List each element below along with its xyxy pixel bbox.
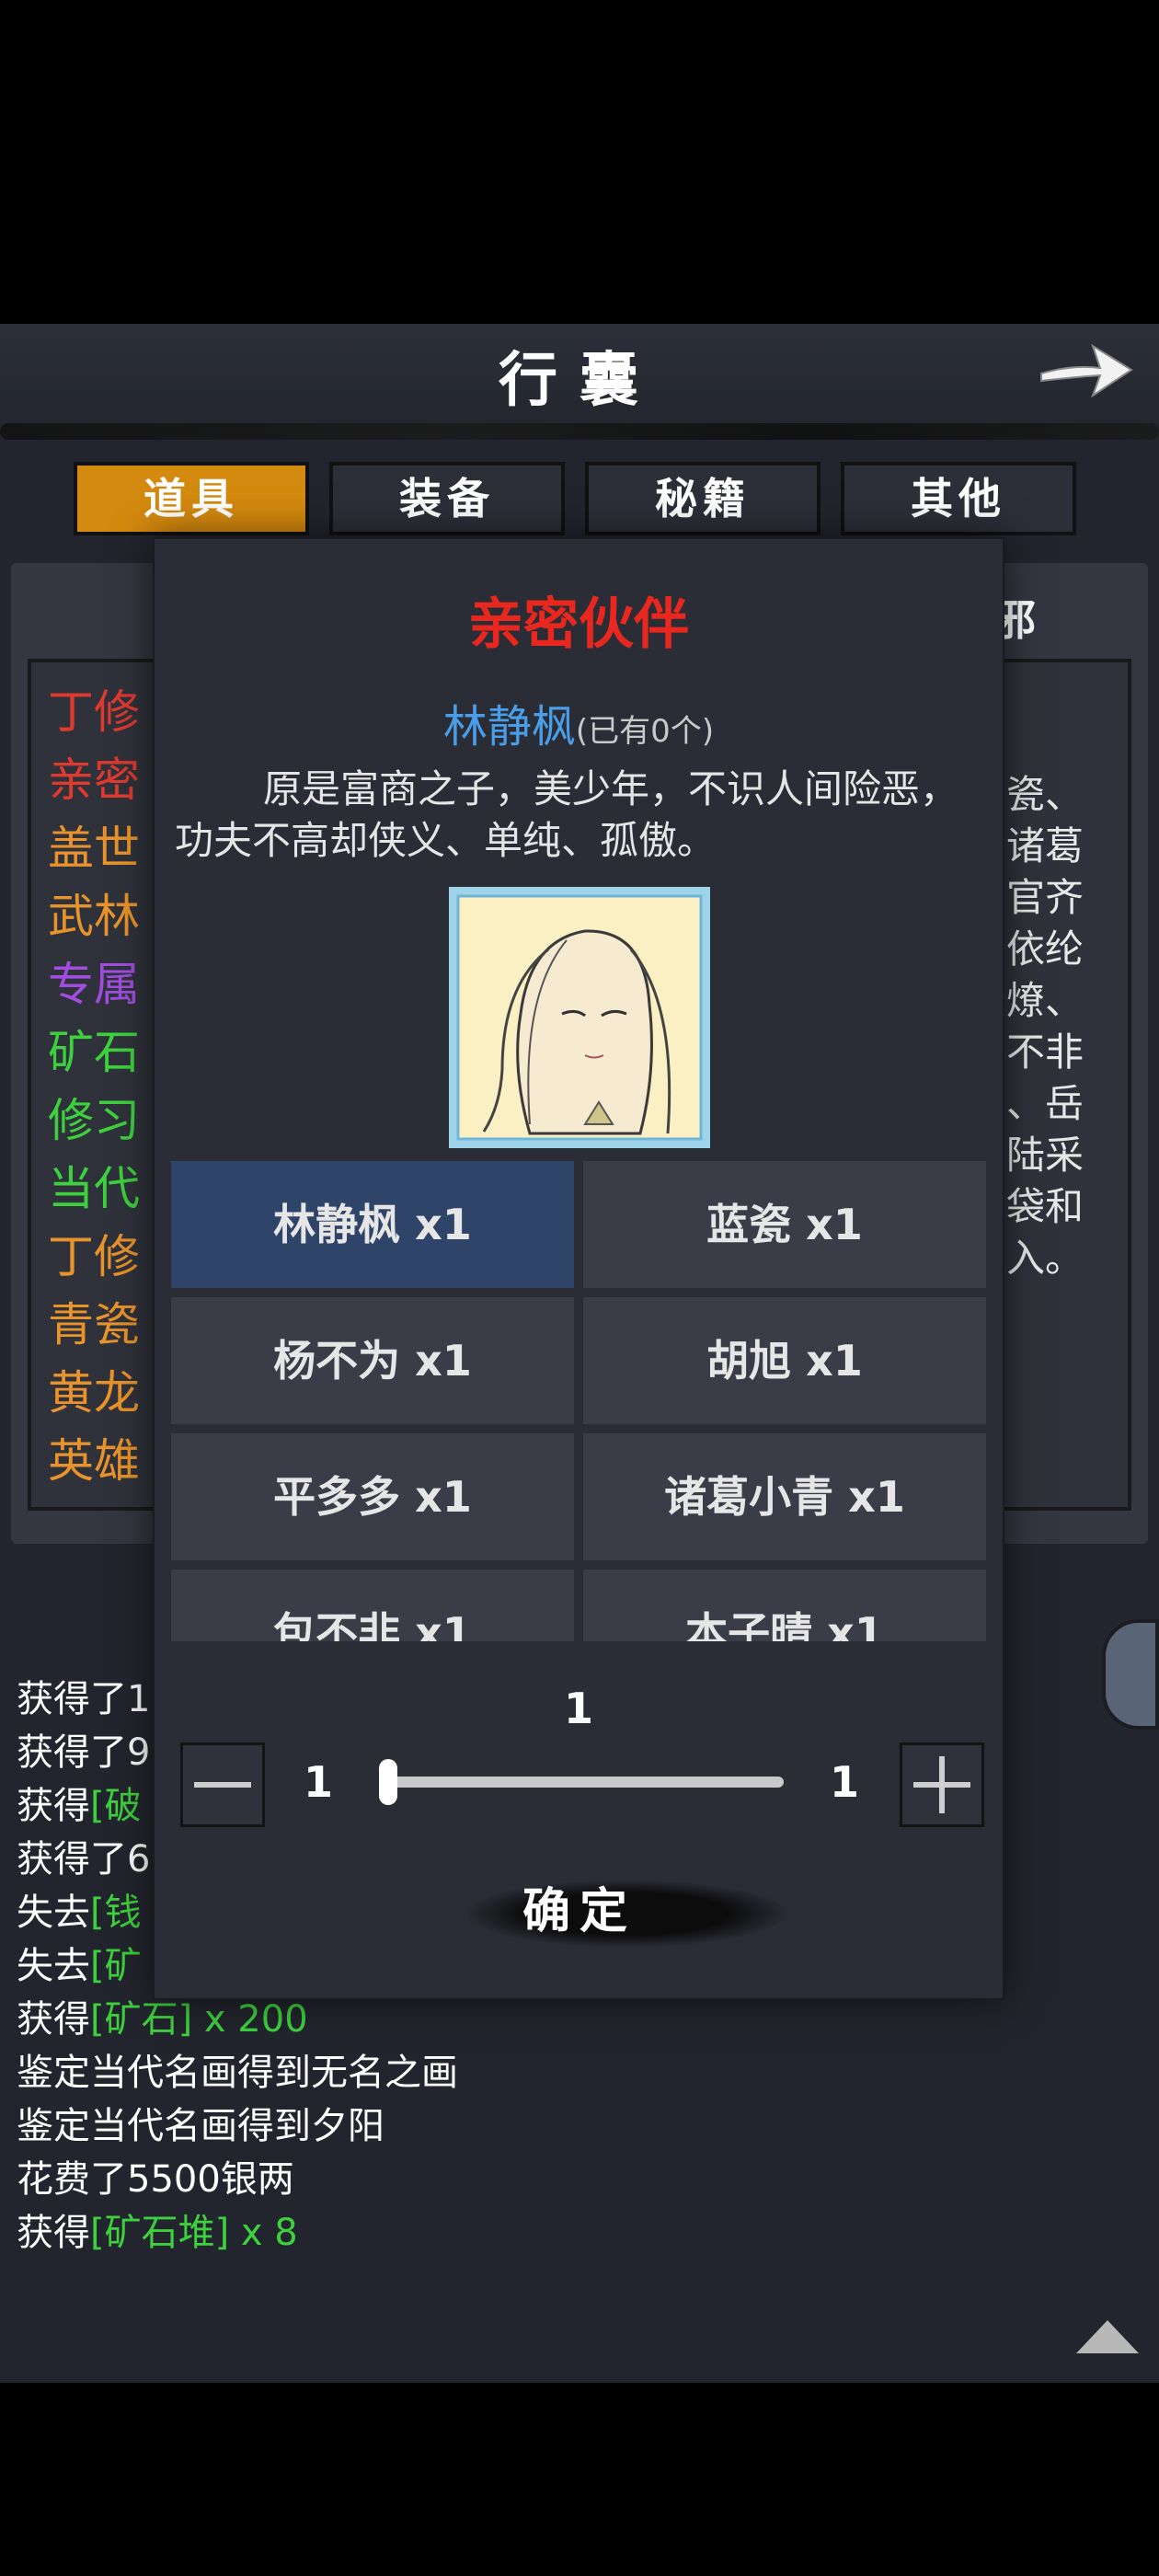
companion-option[interactable]: 诸葛小青 x1 bbox=[583, 1433, 986, 1560]
side-menu-handle[interactable] bbox=[1102, 1619, 1159, 1730]
log-line: 获得了9 bbox=[17, 1722, 150, 1776]
log-text: 失去 bbox=[17, 1892, 90, 1934]
tab-equipment[interactable]: 装备 bbox=[329, 462, 565, 535]
item-description-fragment: 诸葛 bbox=[1006, 823, 1084, 868]
expand-log-button[interactable] bbox=[1074, 2317, 1141, 2357]
quantity-max: 1 bbox=[830, 1757, 860, 1807]
companion-option[interactable]: 平多多 x1 bbox=[171, 1433, 574, 1560]
companion-option[interactable]: 包不非 x1 bbox=[171, 1570, 574, 1641]
log-text: 获得了10 bbox=[17, 1678, 174, 1720]
tab-other[interactable]: 其他 bbox=[841, 462, 1076, 535]
inventory-item[interactable]: 丁修 bbox=[48, 1220, 140, 1286]
log-text: 获得了6 bbox=[17, 1838, 151, 1880]
inventory-item[interactable]: 武林 bbox=[48, 880, 140, 946]
log-line: 花费了5500银两 bbox=[17, 2149, 294, 2202]
companion-option[interactable]: 林静枫 x1 bbox=[171, 1161, 574, 1288]
ink-divider bbox=[0, 423, 1159, 440]
item-description-fragment: 燎、 bbox=[1006, 978, 1084, 1023]
item-description-fragment: 依纶 bbox=[1006, 926, 1084, 972]
log-line: 获得[矿石堆] x 8 bbox=[17, 2202, 298, 2256]
log-text: 鉴定当代名画得到夕阳 bbox=[17, 2105, 384, 2147]
log-text: 获得 bbox=[17, 1998, 90, 2041]
log-item-name: [矿石] x 200 bbox=[90, 1998, 308, 2041]
item-description-fragment: 瓷、 bbox=[1006, 772, 1084, 817]
item-description-fragment: 袋和 bbox=[1006, 1184, 1084, 1229]
character-description: 原是富商之子，美少年，不识人间险恶，功夫不高却侠义、单纯、孤傲。 bbox=[175, 766, 959, 863]
back-button[interactable] bbox=[1036, 333, 1137, 407]
companion-grid[interactable]: 林静枫 x1 蓝瓷 x1 杨不为 x1 胡旭 x1 平多多 x1 诸葛小青 x1 包不非 x… bbox=[171, 1161, 986, 1641]
companion-option[interactable]: 胡旭 x1 bbox=[583, 1297, 986, 1424]
item-description-fragment: 、岳 bbox=[1006, 1081, 1084, 1126]
log-line: 失去[钱 bbox=[17, 1882, 142, 1936]
inventory-item[interactable]: 修习 bbox=[48, 1084, 140, 1150]
log-line: 失去[矿 bbox=[17, 1936, 142, 1989]
log-item-name: [破 bbox=[90, 1785, 142, 1827]
triangle-up-icon bbox=[1076, 2320, 1139, 2353]
increase-button[interactable] bbox=[900, 1742, 984, 1827]
companion-option[interactable]: 蓝瓷 x1 bbox=[583, 1161, 986, 1288]
log-line: 获得[破 bbox=[17, 1776, 142, 1829]
item-description-fragment: 入。 bbox=[1006, 1236, 1084, 1281]
log-text: 鉴定当代名画得到无名之画 bbox=[17, 2052, 458, 2094]
arrow-right-icon bbox=[1040, 343, 1133, 398]
log-text: 失去 bbox=[17, 1945, 90, 1987]
inventory-item[interactable]: 矿石 bbox=[48, 1016, 140, 1082]
inventory-item[interactable]: 当代 bbox=[48, 1152, 140, 1218]
item-description-fragment: 陆采 bbox=[1006, 1133, 1084, 1178]
minus-icon bbox=[194, 1782, 251, 1788]
inventory-item[interactable]: 盖世 bbox=[48, 811, 140, 878]
owned-count: (已有0个) bbox=[575, 713, 715, 750]
decrease-button[interactable] bbox=[180, 1742, 265, 1827]
tab-manuals[interactable]: 秘籍 bbox=[585, 462, 820, 535]
character-name: 林静枫 bbox=[442, 701, 576, 753]
inventory-item[interactable]: 丁修 bbox=[48, 675, 140, 742]
log-item-name: [矿石堆] x 8 bbox=[90, 2212, 298, 2254]
companion-option[interactable]: 杨不为 x1 bbox=[171, 1297, 574, 1424]
log-line: 鉴定当代名画得到无名之画 bbox=[17, 2042, 458, 2096]
character-name-line: 林静枫(已有0个) bbox=[153, 690, 1004, 754]
companion-option[interactable]: 本子晴 x1 bbox=[583, 1570, 986, 1641]
log-text: 获得 bbox=[17, 2212, 90, 2254]
log-text: 获得了9 bbox=[17, 1731, 151, 1774]
inventory-item[interactable]: 青瓷 bbox=[48, 1288, 140, 1354]
log-line: 获得了6 bbox=[17, 1829, 150, 1882]
inventory-item[interactable]: 英雄 bbox=[48, 1424, 140, 1490]
quantity-slider[interactable] bbox=[390, 1777, 784, 1788]
item-description-fragment: 官齐 bbox=[1006, 875, 1084, 920]
log-text: 获得 bbox=[17, 1785, 90, 1827]
portrait-icon bbox=[447, 885, 712, 1150]
log-text: 花费了5500银两 bbox=[17, 2158, 294, 2201]
item-description-fragment: 不非 bbox=[1006, 1029, 1084, 1075]
inventory-item[interactable]: 亲密 bbox=[48, 743, 140, 810]
tab-items[interactable]: 道具 bbox=[74, 462, 309, 535]
inventory-item[interactable]: 黄龙 bbox=[48, 1356, 140, 1422]
quantity-min: 1 bbox=[304, 1757, 334, 1807]
log-item-name: [钱 bbox=[90, 1892, 142, 1934]
log-line: 鉴定当代名画得到夕阳 bbox=[17, 2096, 384, 2149]
confirm-button[interactable]: 确定 bbox=[432, 1868, 727, 1956]
page-title: 行囊 bbox=[499, 346, 660, 415]
quantity-value: 1 bbox=[563, 1684, 593, 1733]
log-item-name: [矿 bbox=[90, 1945, 142, 1987]
inventory-item[interactable]: 专属 bbox=[48, 948, 140, 1014]
log-line: 获得了10 bbox=[17, 1669, 174, 1722]
plus-icon bbox=[913, 1756, 970, 1813]
slider-handle[interactable] bbox=[379, 1759, 397, 1805]
dialog-title: 亲密伙伴 bbox=[468, 592, 689, 657]
